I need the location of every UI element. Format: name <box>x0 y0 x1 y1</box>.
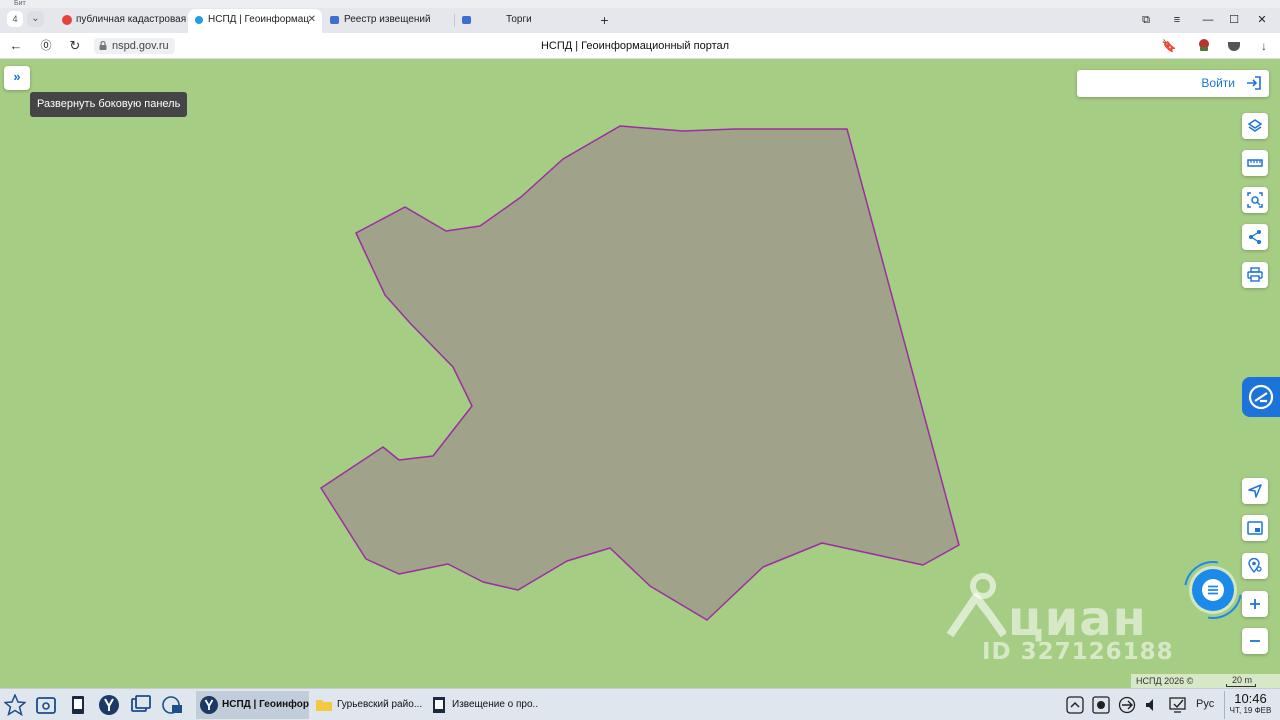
extension-icon[interactable] <box>1196 38 1212 54</box>
task-label: НСПД | Геоинфор... <box>222 699 309 710</box>
select-area-icon <box>1247 192 1263 208</box>
chat-icon <box>1202 579 1224 601</box>
watermark-id: ID 327126188 <box>982 639 1174 665</box>
tab-torgi[interactable]: Торги <box>456 9 588 33</box>
maximize-icon[interactable]: ☐ <box>1224 12 1244 28</box>
share-icon <box>1249 230 1261 244</box>
tab-kadastr[interactable]: публичная кадастровая <box>56 9 186 33</box>
login-label: Войти <box>1201 76 1235 90</box>
page-title: НСПД | Геоинформационный портал <box>540 40 730 52</box>
close-tab-icon[interactable]: ✕ <box>308 9 316 31</box>
window-title-strip: Бит <box>0 0 1280 8</box>
tab-list-dropdown[interactable]: ⌄ <box>27 11 44 27</box>
tab-panel-icon[interactable]: ⧉ <box>1136 12 1156 28</box>
windows-switcher-icon[interactable] <box>130 694 152 716</box>
copyright-text: НСПД 2026 © <box>1136 676 1194 686</box>
gerb-icon <box>330 16 339 24</box>
share-button[interactable] <box>1242 224 1268 250</box>
tab-reestr[interactable]: Реестр извещений <box>324 9 452 33</box>
login-button[interactable]: Войти <box>1077 70 1269 97</box>
display-icon[interactable] <box>1169 696 1187 714</box>
geo-search-button[interactable] <box>1242 553 1268 579</box>
select-area-button[interactable] <box>1242 187 1268 213</box>
clock[interactable]: 10:46 ЧТ, 19 ФЕВ <box>1224 691 1276 719</box>
new-tab-button[interactable]: + <box>597 13 612 28</box>
nspd-icon <box>195 16 203 24</box>
yandex-browser-icon[interactable] <box>98 694 120 716</box>
tab-label: Реестр извещений <box>344 14 431 25</box>
zoom-out-button[interactable] <box>1242 628 1268 654</box>
expand-sidebar-tooltip: Развернуть боковую панель <box>30 92 188 117</box>
expand-sidebar-button[interactable]: » <box>4 66 30 90</box>
zoom-in-button[interactable] <box>1242 591 1268 617</box>
window-title-text: Бит <box>14 0 26 7</box>
task-label: Извещение о про... <box>452 699 538 710</box>
yandex-icon <box>62 15 72 25</box>
close-window-icon[interactable]: ✕ <box>1252 12 1272 28</box>
keyboard-language[interactable]: Рус <box>1196 698 1214 710</box>
measure-button[interactable] <box>1242 150 1268 176</box>
zoom-in-icon <box>1250 599 1260 609</box>
parcel-polygon[interactable] <box>320 125 960 621</box>
geo-search-icon <box>1248 558 1262 574</box>
print-icon <box>1247 267 1263 282</box>
scale-bar <box>1226 684 1256 687</box>
tab-separator <box>454 14 455 27</box>
document-app-icon[interactable] <box>67 694 89 716</box>
tray-app-icon[interactable] <box>1092 696 1110 714</box>
yandex-browser-icon <box>200 696 218 714</box>
clock-date: ЧТ, 19 ФЕВ <box>1229 706 1272 715</box>
network-status-icon[interactable] <box>1118 696 1136 714</box>
login-icon <box>1247 76 1261 90</box>
locate-icon <box>1248 484 1262 498</box>
zoom-out-icon <box>1250 640 1260 642</box>
minimap-icon <box>1247 521 1263 535</box>
start-menu-icon[interactable] <box>4 694 26 716</box>
clock-time: 10:46 <box>1234 691 1267 706</box>
ruler-icon <box>1247 159 1263 167</box>
task-label: Гурьевский райо... <box>337 699 423 710</box>
map-copyright: НСПД 2026 © <box>1131 674 1280 688</box>
task-document[interactable]: Извещение о про... <box>426 691 538 719</box>
task-folder[interactable]: Гурьевский райо... <box>311 691 423 719</box>
file-manager-icon[interactable] <box>35 694 57 716</box>
gerb-icon <box>462 16 471 24</box>
taskbar: НСПД | Геоинфор... Гурьевский райо... Из… <box>0 688 1280 720</box>
tray-expand-icon[interactable] <box>1066 696 1084 714</box>
minimap-button[interactable] <box>1242 515 1268 541</box>
map-scale: 20 m <box>1226 674 1256 687</box>
gosuslugi-icon <box>1248 384 1274 410</box>
tab-label: НСПД | Геоинформац <box>208 14 310 25</box>
tab-bar: 4 ⌄ публичная кадастровая НСПД | Геоинфо… <box>0 8 1280 33</box>
services-side-tab[interactable] <box>1242 377 1280 417</box>
cian-logo-icon <box>946 573 1006 638</box>
tab-label: Торги <box>506 14 532 25</box>
tab-nspd[interactable]: НСПД | Геоинформац ✕ <box>188 9 322 33</box>
locate-button[interactable] <box>1242 478 1268 504</box>
chat-button[interactable] <box>1192 569 1234 611</box>
layers-icon <box>1247 119 1263 132</box>
minimize-icon[interactable]: — <box>1198 12 1218 28</box>
print-button[interactable] <box>1242 262 1268 288</box>
bookmark-icon[interactable]: 🔖 <box>1161 38 1177 54</box>
download-icon[interactable]: ↓ <box>1256 38 1272 54</box>
tab-label: публичная кадастровая <box>76 14 186 25</box>
address-bar: ← ⓪ ↻ nspd.gov.ru НСПД | Геоинформационн… <box>0 33 1280 59</box>
menu-icon[interactable]: ≡ <box>1167 12 1187 28</box>
task-nspd[interactable]: НСПД | Геоинфор... <box>196 691 309 719</box>
folder-icon <box>316 700 332 711</box>
network-app-icon[interactable] <box>161 694 183 716</box>
document-icon <box>433 697 445 713</box>
volume-icon[interactable] <box>1143 696 1161 714</box>
map-canvas[interactable]: » Развернуть боковую панель Войти циан I… <box>0 59 1280 688</box>
tab-count-badge[interactable]: 4 <box>7 11 23 27</box>
layers-button[interactable] <box>1242 113 1268 139</box>
protect-icon[interactable] <box>1226 38 1242 54</box>
